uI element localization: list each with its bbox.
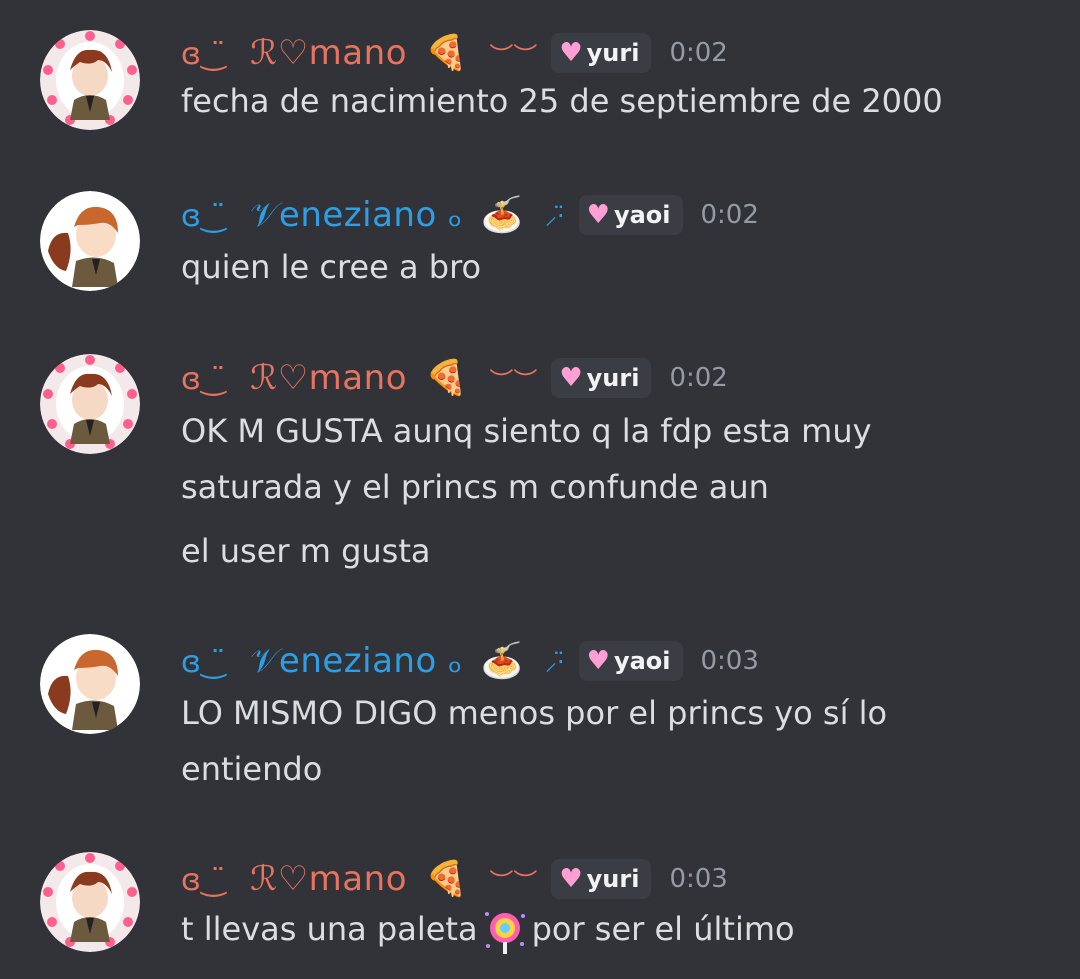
role-tag[interactable]: ♥ yaoi <box>578 195 683 235</box>
timestamp: 0:02 <box>669 38 728 68</box>
message-text: OK M GUSTA aunq siento q la fdp esta muy <box>181 412 872 450</box>
username[interactable]: ɞ‿̈ ℛ♡mano <box>181 859 407 899</box>
username[interactable]: ɞ‿̈ ℛ♡mano <box>181 33 407 73</box>
role-tag[interactable]: ♥ yuri <box>551 358 652 398</box>
message-text: entiendo <box>181 750 323 788</box>
avatar-romano-icon[interactable] <box>40 30 140 130</box>
message-text: el user m gusta <box>181 532 431 570</box>
username[interactable]: ɞ‿̈ 𝒱eneziano ₒ <box>181 641 463 681</box>
heart-icon: ♥ <box>586 200 610 230</box>
heart-icon: ♥ <box>586 646 610 676</box>
message-header: ɞ‿̈ ℛ♡mano 🍕 ︶︶ ♥ yuri 0:02 <box>181 28 728 78</box>
timestamp: 0:03 <box>669 864 728 894</box>
tail-decoration: ︶︶ <box>489 366 538 395</box>
message-text: t llevas una paleta por ser el último <box>181 908 795 954</box>
timestamp: 0:03 <box>700 646 759 676</box>
timestamp: 0:02 <box>669 363 728 393</box>
tail-decoration: ︶︶ <box>489 867 538 896</box>
message-text: saturada y el princs m confunde aun <box>181 468 769 506</box>
avatar-romano-icon[interactable] <box>40 852 140 952</box>
role-tag[interactable]: ♥ yuri <box>551 33 652 73</box>
tail-decoration: ︶︶ <box>489 41 538 70</box>
heart-icon: ♥ <box>559 363 583 393</box>
timestamp: 0:02 <box>700 200 759 230</box>
pizza-icon: 🍕 <box>425 33 468 73</box>
role-tag[interactable]: ♥ yaoi <box>578 641 683 681</box>
pizza-icon: 🍕 <box>425 859 468 899</box>
pizza-icon: 🍕 <box>425 358 468 398</box>
message-header: ɞ‿̈ 𝒱eneziano ₒ 🍝 ⸝⋅̈ ♥ yaoi 0:03 <box>181 636 759 686</box>
heart-icon: ♥ <box>559 864 583 894</box>
lollipop-icon <box>482 908 528 954</box>
username[interactable]: ɞ‿̈ ℛ♡mano <box>181 358 407 398</box>
avatar-veneziano-icon[interactable] <box>40 634 140 734</box>
spaghetti-icon: 🍝 <box>480 641 523 681</box>
message-header: ɞ‿̈ ℛ♡mano 🍕 ︶︶ ♥ yuri 0:03 <box>181 854 728 904</box>
message-text: fecha de nacimiento 25 de septiembre de … <box>181 82 943 120</box>
tail-decoration: ⸝⋅̈ <box>544 647 565 676</box>
role-tag[interactable]: ♥ yuri <box>551 859 652 899</box>
tail-decoration: ⸝⋅̈ <box>544 201 565 230</box>
message-header: ɞ‿̈ ℛ♡mano 🍕 ︶︶ ♥ yuri 0:02 <box>181 353 728 403</box>
avatar-romano-icon[interactable] <box>40 354 140 454</box>
username[interactable]: ɞ‿̈ 𝒱eneziano ₒ <box>181 195 463 235</box>
avatar-veneziano-icon[interactable] <box>40 191 140 291</box>
message-text: quien le cree a bro <box>181 248 482 286</box>
message-header: ɞ‿̈ 𝒱eneziano ₒ 🍝 ⸝⋅̈ ♥ yaoi 0:02 <box>181 190 759 240</box>
heart-icon: ♥ <box>559 38 583 68</box>
spaghetti-icon: 🍝 <box>480 195 523 235</box>
message-text: LO MISMO DIGO menos por el princs yo sí … <box>181 694 888 732</box>
